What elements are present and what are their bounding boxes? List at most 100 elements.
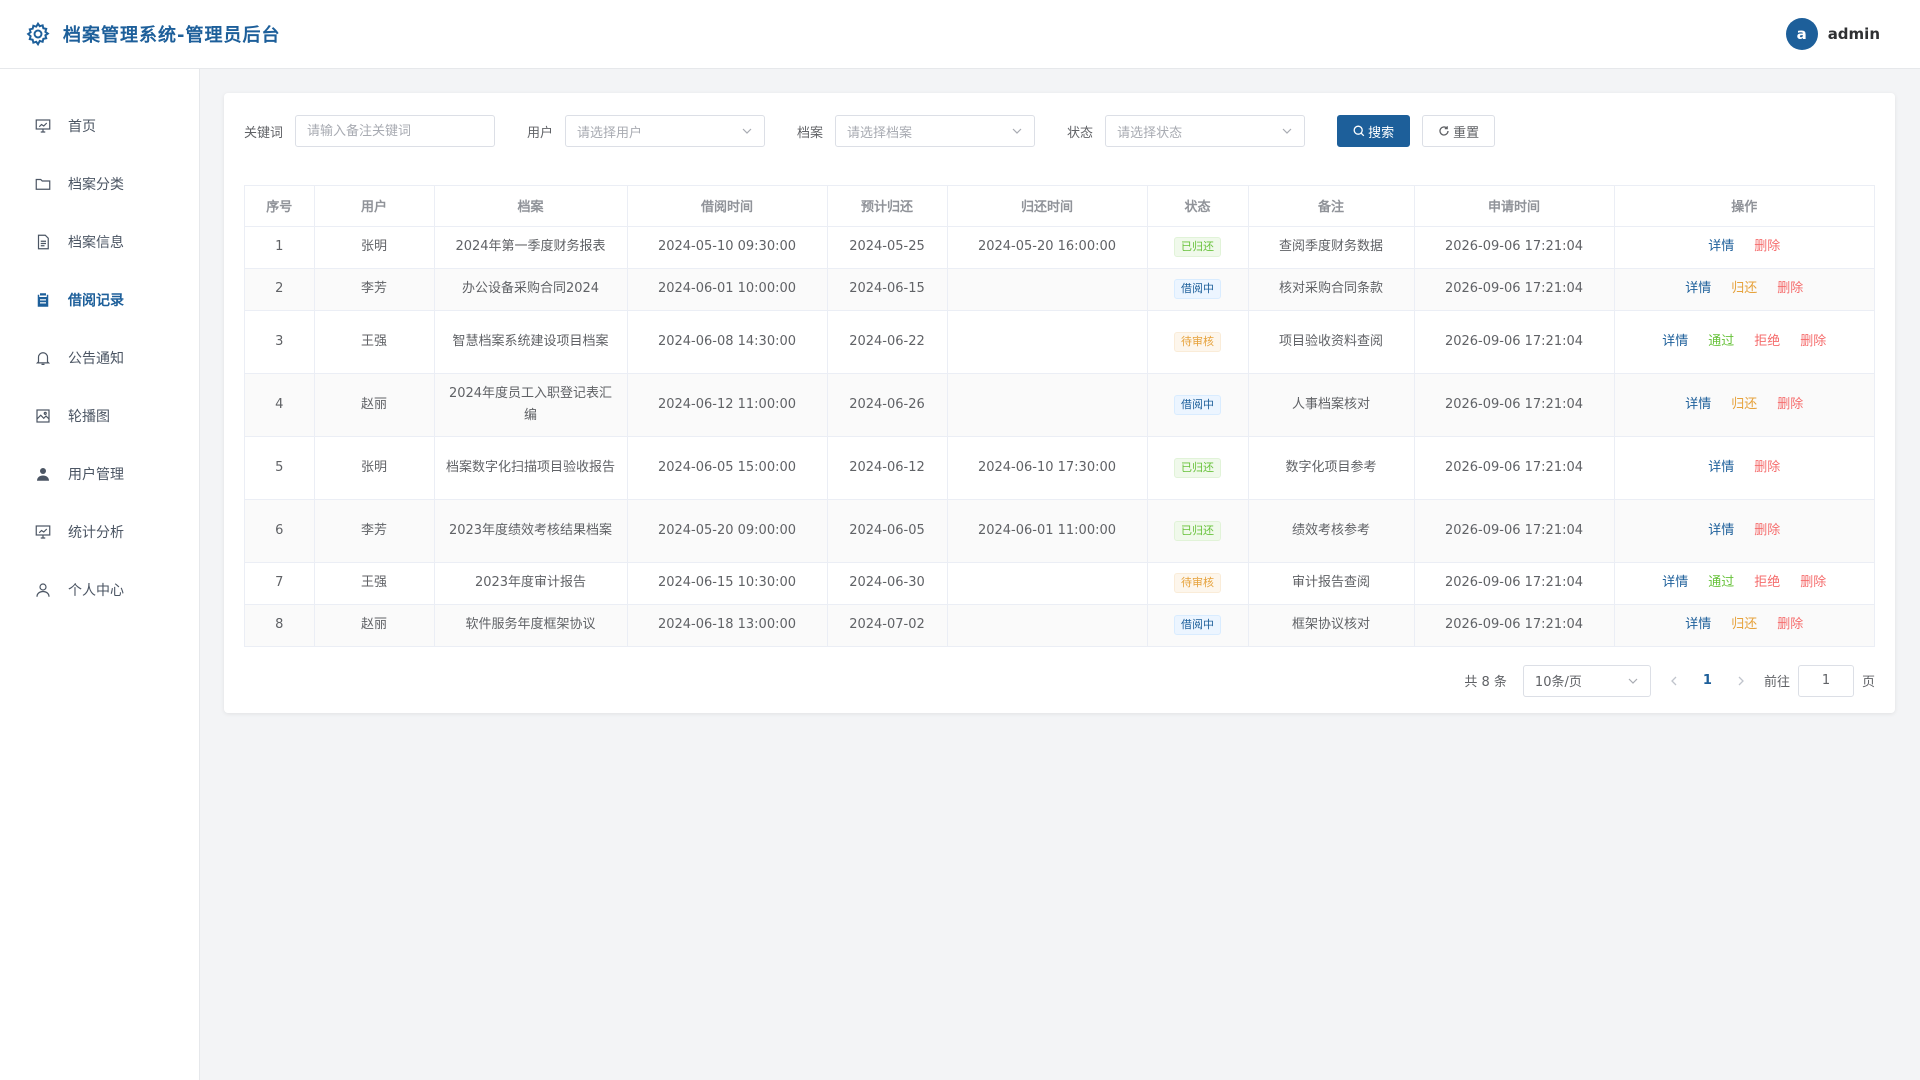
page-size-select[interactable]: 10条/页 [1522, 664, 1651, 697]
delete-link[interactable]: 删除 [1777, 278, 1803, 300]
archive-label: 档案 [797, 125, 824, 141]
delete-link[interactable]: 删除 [1800, 572, 1826, 594]
row-actions: 详情 归还 删除 [1623, 614, 1867, 636]
delete-link[interactable]: 删除 [1777, 614, 1803, 636]
sidebar-item-carousel[interactable]: 轮播图 [0, 387, 199, 445]
sidebar-item-announcements[interactable]: 公告通知 [0, 329, 199, 387]
delete-link[interactable]: 删除 [1754, 236, 1780, 258]
delete-link[interactable]: 删除 [1754, 457, 1780, 479]
cell-note: 审计报告查阅 [1248, 562, 1415, 605]
delete-link[interactable]: 删除 [1777, 394, 1803, 416]
sidebar-item-home[interactable]: 首页 [0, 97, 199, 155]
cell-no: 8 [245, 604, 315, 647]
cell-user: 王强 [314, 562, 435, 605]
cell-note: 查阅季度财务数据 [1248, 226, 1415, 269]
delete-link[interactable]: 删除 [1754, 520, 1780, 542]
detail-link[interactable]: 详情 [1708, 236, 1734, 258]
status-select[interactable]: 请选择状态 [1105, 115, 1306, 147]
page-size-value: 10条/页 [1534, 675, 1582, 690]
approve-link[interactable]: 通过 [1708, 572, 1734, 594]
cell-archive: 智慧档案系统建设项目档案 [434, 310, 628, 374]
cell-note: 项目验收资料查阅 [1248, 310, 1415, 374]
detail-link[interactable]: 详情 [1685, 614, 1711, 636]
return-link[interactable]: 归还 [1731, 394, 1757, 416]
row-actions: 详情 归还 删除 [1623, 394, 1867, 416]
cell-apply-time: 2026-09-06 17:21:04 [1414, 604, 1615, 647]
cell-return-time: 2024-06-10 17:30:00 [947, 436, 1148, 500]
sidebar-item-label: 个人中心 [68, 583, 124, 599]
reject-link[interactable]: 拒绝 [1754, 331, 1780, 353]
keyword-input[interactable] [295, 115, 496, 147]
next-page-icon[interactable] [1734, 674, 1748, 688]
cell-archive: 2023年度绩效考核结果档案 [434, 499, 628, 563]
cell-apply-time: 2026-09-06 17:21:04 [1414, 268, 1615, 311]
status-badge: 借阅中 [1174, 615, 1221, 635]
reset-button[interactable]: 重置 [1422, 115, 1496, 147]
cell-actions: 详情 删除 [1614, 226, 1874, 269]
sidebar-item-archive-info[interactable]: 档案信息 [0, 213, 199, 271]
cell-due-date: 2024-06-22 [827, 310, 948, 374]
cell-status: 已归还 [1147, 436, 1249, 500]
prev-page-icon[interactable] [1667, 674, 1681, 688]
sidebar-item-archive-category[interactable]: 档案分类 [0, 155, 199, 213]
delete-link[interactable]: 删除 [1800, 331, 1826, 353]
detail-link[interactable]: 详情 [1685, 394, 1711, 416]
table-row: 5 张明 档案数字化扫描项目验收报告 2024-06-05 15:00:00 2024-… [245, 436, 1874, 500]
chevron-down-icon [1012, 128, 1022, 134]
column-header: 用户 [314, 186, 435, 227]
cell-return-time: 2024-06-01 11:00:00 [947, 499, 1148, 563]
sidebar-item-label: 用户管理 [68, 467, 124, 483]
user-select-placeholder: 请选择用户 [577, 125, 643, 141]
chevron-down-icon [1628, 678, 1638, 684]
cell-user: 赵丽 [314, 604, 435, 647]
return-link[interactable]: 归还 [1731, 614, 1757, 636]
avatar[interactable]: a [1785, 18, 1818, 50]
detail-link[interactable]: 详情 [1708, 457, 1734, 479]
sidebar-item-user-management[interactable]: 用户管理 [0, 445, 199, 503]
sidebar-item-label: 轮播图 [68, 409, 110, 425]
cell-no: 4 [245, 373, 315, 437]
picture-icon [36, 409, 50, 423]
cell-borrow-time: 2024-06-05 15:00:00 [627, 436, 828, 500]
page-number-current[interactable]: 1 [1697, 673, 1718, 688]
borrow-records-table: 序号 用户 档案 借阅时间 预计归还 归还时间 状态 备注 申请时间 操作 1张… [244, 185, 1875, 647]
cell-status: 待审核 [1147, 310, 1249, 374]
table-row: 3 王强 智慧档案系统建设项目档案 2024-06-08 14:30:00 2024-0… [245, 310, 1874, 374]
cell-apply-time: 2026-09-06 17:21:04 [1414, 436, 1615, 500]
goto-page-input[interactable] [1797, 664, 1854, 697]
return-link[interactable]: 归还 [1731, 278, 1757, 300]
archive-select[interactable]: 请选择档案 [835, 115, 1036, 147]
cell-no: 1 [245, 226, 315, 269]
cell-borrow-time: 2024-06-01 10:00:00 [627, 268, 828, 311]
detail-link[interactable]: 详情 [1662, 331, 1688, 353]
cell-return-time [947, 562, 1148, 605]
status-badge: 借阅中 [1174, 394, 1221, 415]
user-select[interactable]: 请选择用户 [565, 115, 766, 147]
cell-borrow-time: 2024-06-08 14:30:00 [627, 310, 828, 374]
approve-link[interactable]: 通过 [1708, 331, 1734, 353]
gear-icon [26, 21, 50, 47]
table-row: 7 王强 2023年度审计报告 2024-06-15 10:30:00 2024-06-… [245, 562, 1874, 605]
search-button[interactable]: 搜索 [1337, 115, 1411, 147]
app-title: 档案管理系统-管理员后台 [63, 25, 281, 46]
username[interactable]: admin [1828, 25, 1880, 43]
detail-link[interactable]: 详情 [1708, 520, 1734, 542]
sidebar-item-statistics[interactable]: 统计分析 [0, 503, 199, 561]
sidebar-item-personal-center[interactable]: 个人中心 [0, 561, 199, 619]
row-actions: 详情 删除 [1623, 236, 1867, 258]
user-menu[interactable]: a admin [1785, 18, 1880, 50]
sidebar-item-borrow-records[interactable]: 借阅记录 [0, 271, 199, 329]
detail-link[interactable]: 详情 [1662, 572, 1688, 594]
cell-archive: 2023年度审计报告 [434, 562, 628, 605]
cell-apply-time: 2026-09-06 17:21:04 [1414, 373, 1615, 437]
reject-link[interactable]: 拒绝 [1754, 572, 1780, 594]
cell-actions: 详情 通过 拒绝 删除 [1614, 562, 1874, 605]
search-icon [1353, 125, 1365, 137]
sidebar-item-label: 统计分析 [68, 525, 124, 541]
cell-actions: 详情 归还 删除 [1614, 268, 1874, 311]
cell-borrow-time: 2024-06-12 11:00:00 [627, 373, 828, 437]
column-header: 档案 [434, 186, 628, 227]
detail-link[interactable]: 详情 [1685, 278, 1711, 300]
column-header: 归还时间 [947, 186, 1148, 227]
cell-no: 7 [245, 562, 315, 605]
